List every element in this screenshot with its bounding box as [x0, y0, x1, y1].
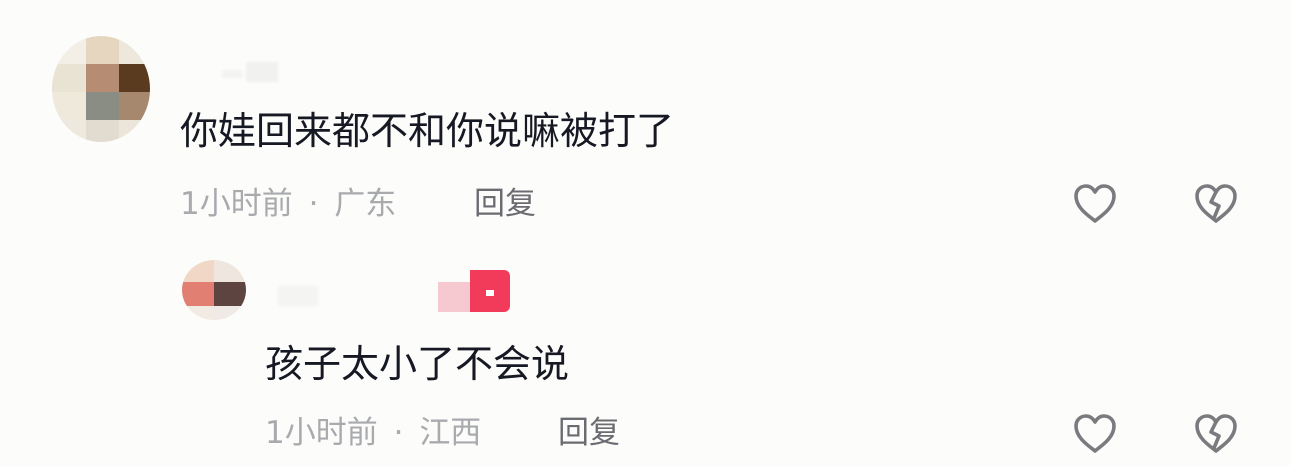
avatar[interactable] — [52, 36, 150, 142]
comment-meta: 1小时前 · 广东 — [180, 189, 396, 220]
reply-button[interactable]: 回复 — [474, 189, 536, 220]
broken-heart-icon[interactable] — [1192, 181, 1240, 227]
comment-text: 孩子太小了不会说 — [265, 342, 570, 386]
comment-location: 广东 — [334, 186, 397, 222]
comment-text: 你娃回来都不和你说嘛被打了 — [180, 109, 675, 153]
user-badge — [438, 270, 510, 312]
heart-outline-icon[interactable] — [1071, 411, 1119, 457]
heart-outline-icon[interactable] — [1071, 181, 1119, 227]
comment-time: 1小时前 — [265, 415, 378, 451]
meta-separator: · — [393, 415, 404, 451]
meta-separator: · — [308, 186, 319, 222]
broken-heart-icon[interactable] — [1192, 411, 1240, 457]
comment-meta: 1小时前 · 江西 — [265, 418, 481, 449]
username-redacted[interactable] — [222, 62, 278, 82]
reply-button[interactable]: 回复 — [558, 418, 620, 449]
avatar[interactable] — [182, 260, 246, 320]
username-redacted[interactable] — [278, 282, 318, 306]
comment-location: 江西 — [419, 415, 482, 451]
comment-time: 1小时前 — [180, 186, 293, 222]
